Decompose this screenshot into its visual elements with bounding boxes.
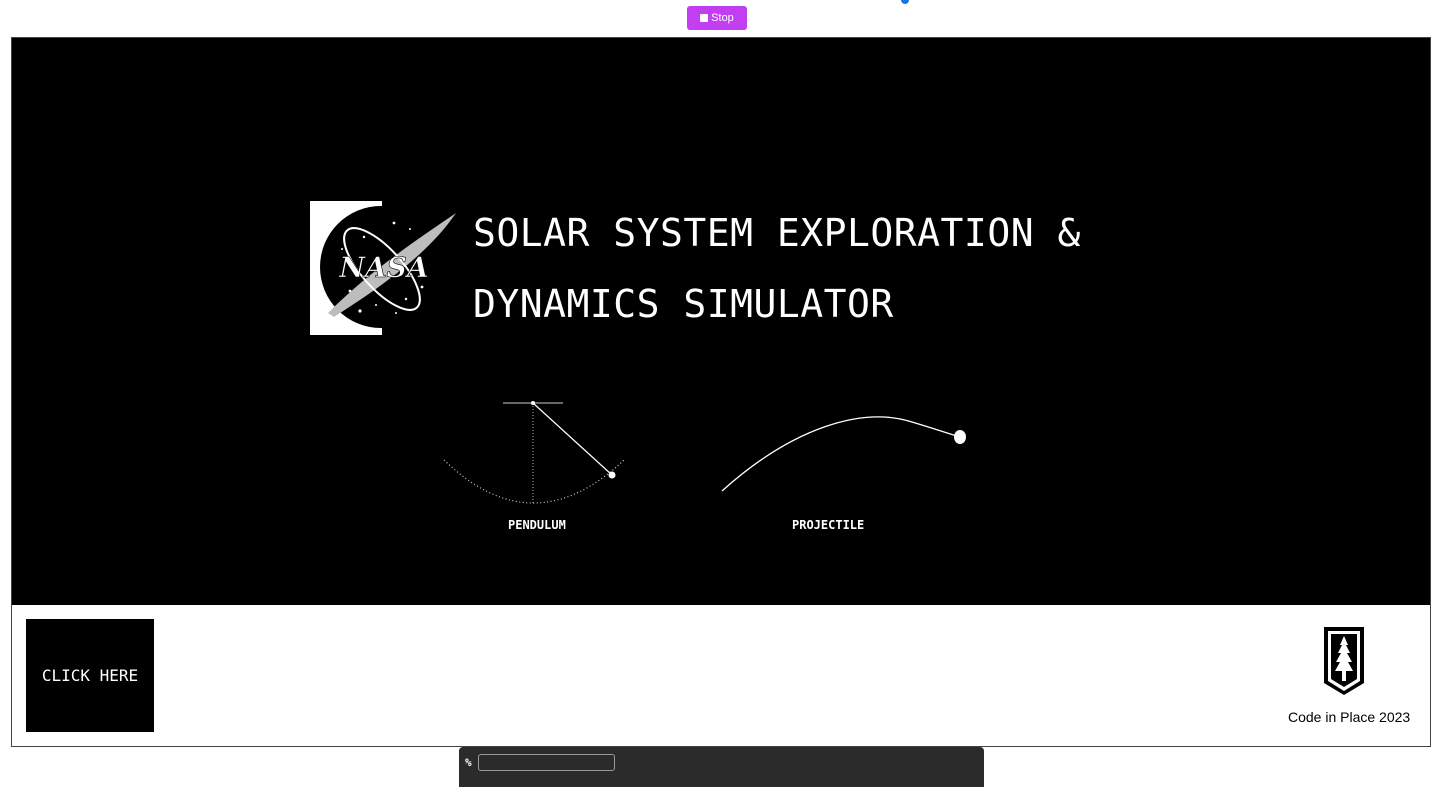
credit-text: Code in Place 2023 (1288, 709, 1411, 725)
terminal-prompt: % (465, 756, 472, 769)
click-here-button[interactable]: CLICK HERE (26, 619, 154, 732)
title-screen: NASA SOLAR SYSTEM EXPLORATION & DYNAMICS… (12, 38, 1430, 605)
terminal-panel: % (459, 747, 984, 787)
status-dot-icon (901, 0, 909, 4)
pendulum-label: PENDULUM (508, 518, 566, 532)
stop-button[interactable]: Stop (687, 6, 747, 30)
animation-previews (443, 401, 966, 504)
top-bar: Stop (0, 0, 1447, 36)
stop-label: Stop (711, 12, 734, 24)
stanford-logo-icon (1324, 627, 1364, 695)
projectile-label: PROJECTILE (792, 518, 865, 532)
projectile-animation (721, 416, 966, 492)
pendulum-animation (443, 401, 625, 504)
graphics-canvas[interactable]: NASA SOLAR SYSTEM EXPLORATION & DYNAMICS… (11, 37, 1431, 747)
terminal-input[interactable] (478, 754, 615, 771)
stop-icon (700, 14, 709, 22)
